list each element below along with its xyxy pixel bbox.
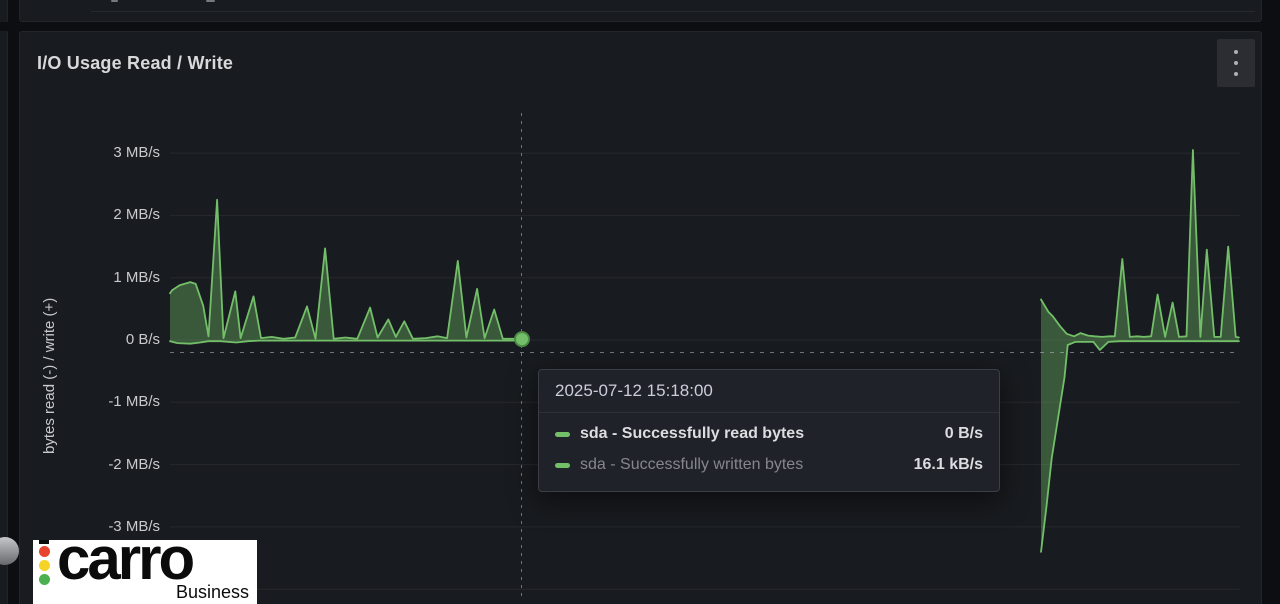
y-axis-title: bytes read (-) / write (+) <box>41 297 58 455</box>
tooltip-timestamp: 2025-07-12 15:18:00 <box>539 370 999 413</box>
logo-brand-text: carro <box>57 525 195 592</box>
series-color-swatch-icon <box>555 431 570 437</box>
left-neighbor-panel-edge <box>0 0 8 22</box>
clipped-text-remnant <box>206 0 215 2</box>
tooltip-series-value: 0 B/s <box>944 425 983 442</box>
series-color-swatch-icon <box>555 462 570 468</box>
time-series-plot[interactable] <box>169 113 1240 604</box>
tooltip-series-value: 16.1 kB/s <box>913 456 983 473</box>
vertical-ellipsis-icon <box>1234 50 1238 54</box>
carro-logo: carro Business <box>33 529 257 604</box>
clipped-text-remnant <box>111 0 118 2</box>
vertical-ellipsis-icon <box>1234 72 1238 76</box>
above-panel-axis-line <box>91 11 1255 12</box>
logo-red-dot <box>39 546 50 557</box>
hovered-point-marker <box>514 331 530 348</box>
tooltip-series-row: sda - Successfully written bytes 16.1 kB/… <box>555 456 983 474</box>
series-area <box>1041 150 1239 340</box>
tooltip-series-name: sda - Successfully read bytes <box>580 425 805 442</box>
y-tick-label: 3 MB/s <box>113 144 160 162</box>
tooltip-series-row: sda - Successfully read bytes 0 B/s <box>555 425 983 443</box>
y-tick-label: -1 MB/s <box>108 393 160 411</box>
series-area <box>1041 340 1239 552</box>
chart-tooltip: 2025-07-12 15:18:00 sda - Successfully r… <box>538 369 1000 492</box>
series-line <box>169 339 525 345</box>
logo-dash <box>39 540 49 544</box>
tooltip-series-name: sda - Successfully written bytes <box>580 456 804 473</box>
y-tick-label: -2 MB/s <box>108 455 160 473</box>
left-neighbor-panel-edge <box>0 31 8 604</box>
y-tick-label: 0 B/s <box>125 331 160 348</box>
floating-bubble[interactable] <box>0 537 19 565</box>
logo-yellow-dot <box>39 560 50 571</box>
above-panel-bottom-edge <box>19 0 1262 22</box>
logo-sub-text: Business <box>175 582 249 602</box>
tooltip-body: sda - Successfully read bytes 0 B/s sda - … <box>539 413 999 491</box>
vertical-ellipsis-icon <box>1234 61 1238 65</box>
y-tick-label: 1 MB/s <box>113 268 160 286</box>
series-line <box>1040 340 1240 553</box>
panel-title: I/O Usage Read / Write <box>37 53 234 73</box>
logo-green-dot <box>39 574 50 585</box>
y-tick-label: 2 MB/s <box>113 206 160 224</box>
panel-menu-button[interactable] <box>1217 39 1255 87</box>
grafana-dashboard: I/O Usage Read / Write bytes read (-) / … <box>0 0 1280 604</box>
series-line <box>169 198 525 341</box>
